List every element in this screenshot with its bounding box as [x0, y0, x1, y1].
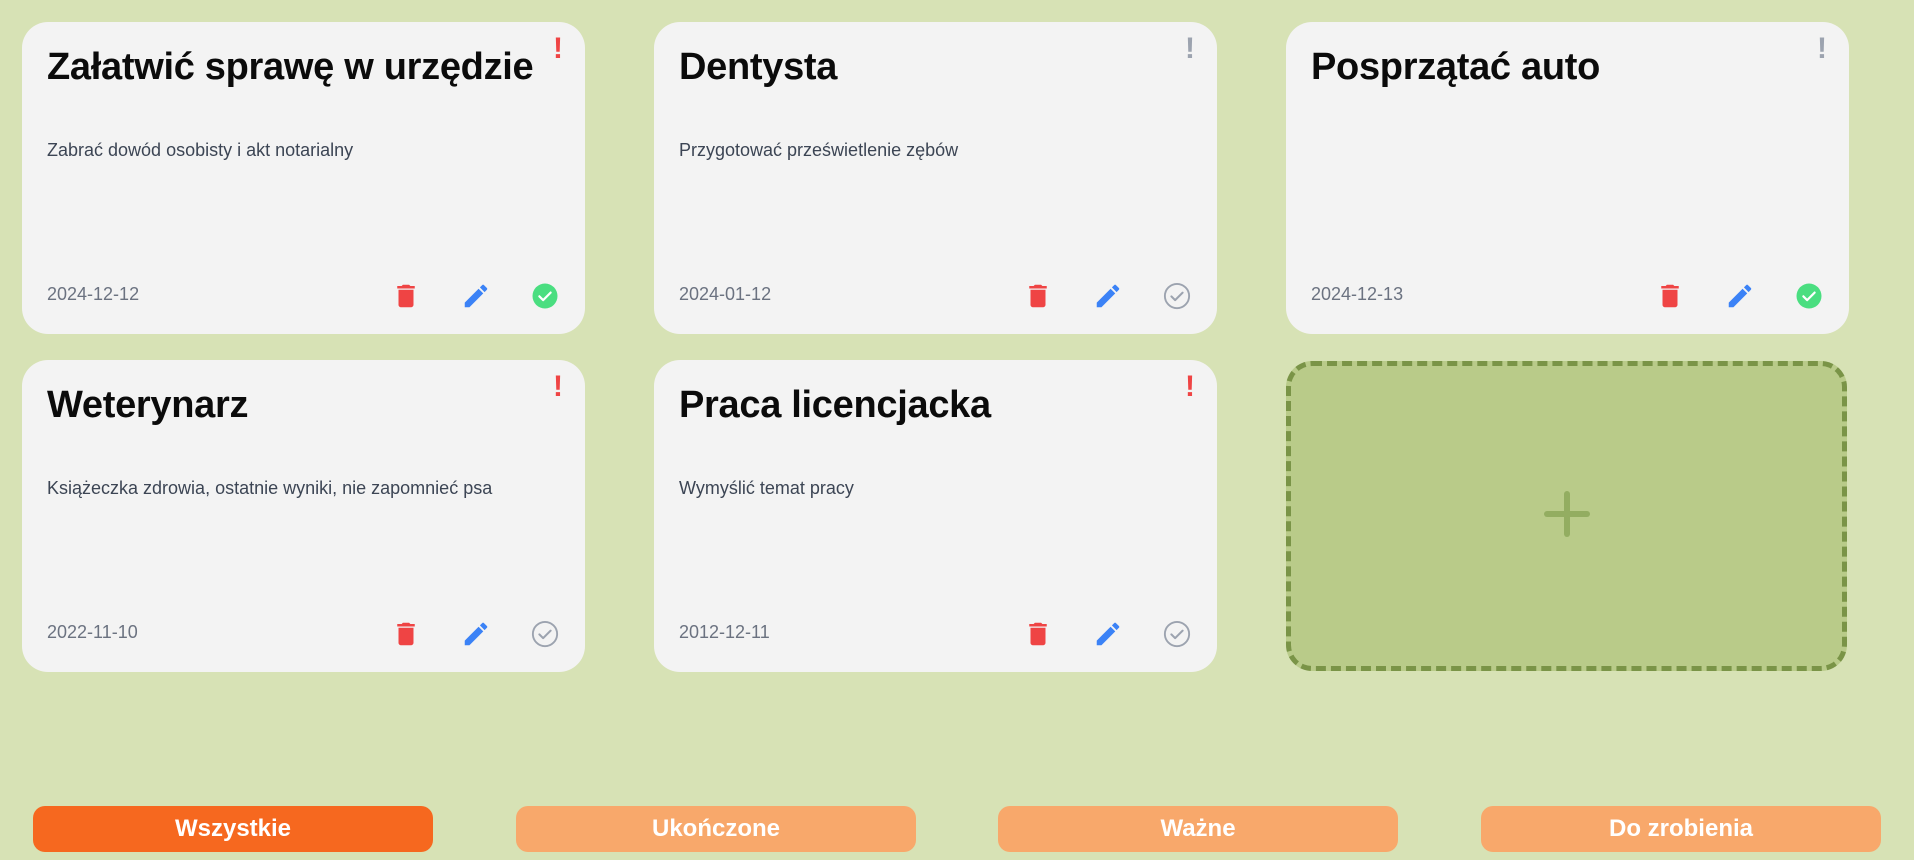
task-title: Posprzątać auto [1311, 46, 1601, 88]
task-description: Przygotować prześwietlenie zębów [679, 140, 959, 160]
complete-toggle[interactable] [1162, 281, 1192, 311]
pencil-icon [1096, 284, 1120, 308]
check-circle-icon [532, 283, 558, 309]
task-actions [22, 281, 585, 311]
complete-toggle[interactable] [530, 281, 560, 311]
trash-icon [397, 284, 415, 308]
complete-toggle[interactable] [1162, 619, 1192, 649]
filter-todo-button[interactable]: Do zrobienia [1481, 806, 1881, 852]
filter-bar: Wszystkie Ukończone Ważne Do zrobienia [0, 806, 1914, 852]
pencil-icon [1096, 622, 1120, 646]
edit-button[interactable] [1725, 281, 1755, 311]
edit-button[interactable] [1093, 619, 1123, 649]
priority-icon: ! [553, 370, 563, 403]
check-circle-icon [1796, 283, 1822, 309]
task-card: Dentysta ! Przygotować prześwietlenie zę… [654, 22, 1217, 334]
filter-completed-button[interactable]: Ukończone [516, 806, 916, 852]
delete-button[interactable] [391, 281, 421, 311]
priority-icon: ! [553, 32, 563, 65]
task-description: Książeczka zdrowia, ostatnie wyniki, nie… [47, 478, 493, 498]
task-actions [654, 281, 1217, 311]
delete-button[interactable] [1655, 281, 1685, 311]
edit-button[interactable] [461, 281, 491, 311]
trash-icon [1029, 622, 1047, 646]
task-card: Weterynarz ! Książeczka zdrowia, ostatni… [22, 360, 585, 672]
priority-icon: ! [1185, 32, 1195, 65]
task-card: Posprzątać auto ! 2024-12-13 [1286, 22, 1849, 334]
pencil-icon [1728, 284, 1752, 308]
trash-icon [397, 622, 415, 646]
complete-toggle[interactable] [1794, 281, 1824, 311]
filter-important-button[interactable]: Ważne [998, 806, 1398, 852]
delete-button[interactable] [1023, 281, 1053, 311]
task-title: Załatwić sprawę w urzędzie [47, 46, 534, 88]
task-description: Wymyślić temat pracy [679, 478, 854, 498]
pencil-icon [464, 622, 488, 646]
task-card: Załatwić sprawę w urzędzie ! Zabrać dowó… [22, 22, 585, 334]
task-actions [1286, 281, 1849, 311]
delete-button[interactable] [391, 619, 421, 649]
task-title: Praca licencjacka [679, 384, 991, 426]
delete-button[interactable] [1023, 619, 1053, 649]
complete-toggle[interactable] [530, 619, 560, 649]
filter-all-button[interactable]: Wszystkie [33, 806, 433, 852]
priority-icon: ! [1817, 32, 1827, 65]
pencil-icon [464, 284, 488, 308]
trash-icon [1661, 284, 1679, 308]
check-circle-icon [531, 620, 559, 648]
priority-icon: ! [1185, 370, 1195, 403]
trash-icon [1029, 284, 1047, 308]
task-actions [22, 619, 585, 649]
check-circle-icon [1163, 282, 1191, 310]
edit-button[interactable] [461, 619, 491, 649]
edit-button[interactable] [1093, 281, 1123, 311]
task-actions [654, 619, 1217, 649]
check-circle-icon [1163, 620, 1191, 648]
task-title: Dentysta [679, 46, 838, 88]
task-card: Praca licencjacka ! Wymyślić temat pracy… [654, 360, 1217, 672]
add-task-button[interactable] [1286, 361, 1847, 671]
plus-icon [1544, 491, 1590, 537]
task-title: Weterynarz [47, 384, 249, 426]
task-description: Zabrać dowód osobisty i akt notarialny [47, 140, 354, 160]
